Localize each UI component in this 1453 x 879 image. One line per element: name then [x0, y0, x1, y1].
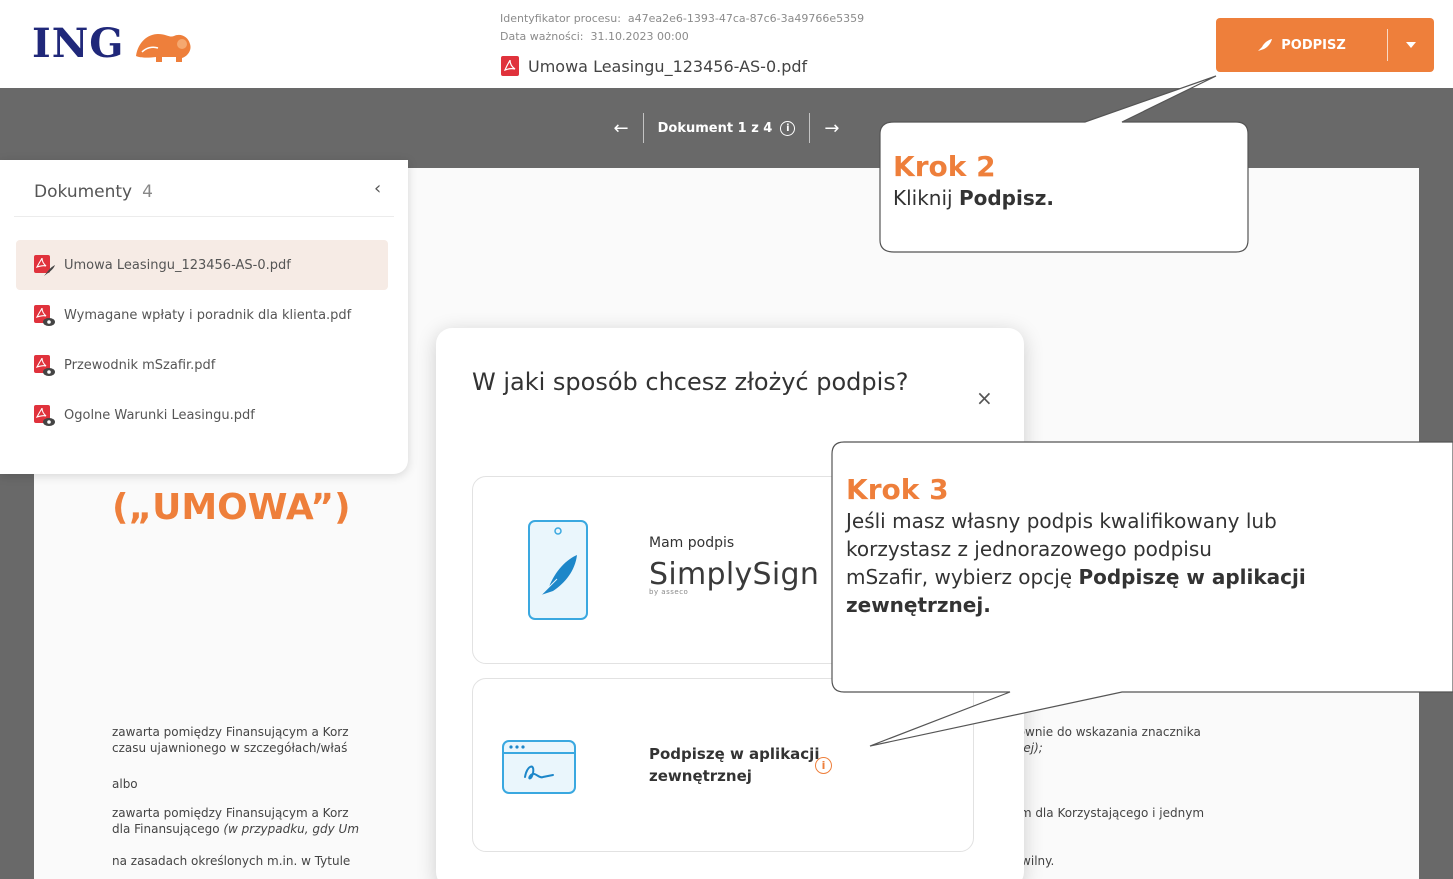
- ing-logo[interactable]: ING: [32, 20, 194, 67]
- pdf-view-icon: [34, 305, 55, 326]
- close-modal-button[interactable]: ×: [976, 386, 993, 410]
- sign-button-label: PODPISZ: [1281, 37, 1346, 53]
- step3-line-4: zewnętrznej.: [846, 593, 991, 617]
- option1-caption: Mam podpis: [649, 535, 735, 551]
- step2-title: Krok 2: [893, 150, 996, 183]
- lion-icon: [136, 33, 191, 62]
- option2-label: Podpiszę w aplikacji zewnętrznej: [649, 745, 820, 785]
- step3-line-3-text: mSzafir, wybierz opcję: [846, 565, 1073, 589]
- expiry-label: Data ważności:: [500, 30, 584, 43]
- paragraph-line: zawarta pomiędzy Finansującym a Korz: [112, 725, 349, 739]
- sidebar-item-label: Przewodnik mSzafir.pdf: [64, 357, 216, 373]
- document-paragraph: zawarta pomiędzy Finansującym a Korz dla…: [112, 805, 359, 837]
- document-paragraph: na zasadach określonych m.in. w Tytule: [112, 854, 351, 868]
- pdf-view-icon: [34, 405, 55, 426]
- simplysign-brand-text: SimplySign: [649, 557, 820, 592]
- prev-document-button[interactable]: ←: [600, 118, 643, 139]
- step3-line-3: mSzafir, wybierz opcję Podpiszę w aplika…: [846, 563, 1446, 591]
- file-title-text: Umowa Leasingu_123456-AS-0.pdf: [528, 56, 808, 76]
- sidebar-title: Dokumenty 4: [34, 182, 153, 202]
- step2-text: Kliknij Podpisz.: [893, 184, 1233, 212]
- browser-signature-icon: [502, 740, 576, 794]
- process-id: a47ea2e6-1393-47ca-87c6-3a49766e5359: [627, 12, 865, 25]
- document-paragraph: albo: [112, 777, 138, 791]
- step2-text-pre: Kliknij: [893, 186, 953, 210]
- simplysign-brand: SimplySign by asseco: [649, 557, 819, 596]
- document-counter: Dokument 1 z 4 i: [644, 120, 810, 136]
- sidebar-title-text: Dokumenty: [34, 182, 133, 202]
- paragraph-text: dla Finansującego: [112, 822, 220, 836]
- sign-dropdown-toggle[interactable]: [1388, 18, 1434, 72]
- sidebar-item-przewodnik[interactable]: Przewodnik mSzafir.pdf: [16, 340, 388, 390]
- paragraph-line: zawarta pomiędzy Finansującym a Korz: [112, 806, 349, 820]
- option-external-app[interactable]: Podpiszę w aplikacji zewnętrznej i: [472, 678, 974, 852]
- step3-line-1: Jeśli masz własny podpis kwalifikowany l…: [846, 509, 1277, 533]
- pdf-view-icon: [34, 355, 55, 376]
- sign-button-main[interactable]: PODPISZ: [1216, 18, 1387, 72]
- paragraph-italic: (w przypadku, gdy Um: [223, 822, 360, 836]
- modal-title: W jaki sposób chcesz złożyć podpis?: [472, 368, 909, 396]
- step2-text-bold: Podpisz.: [958, 186, 1054, 210]
- sidebar-divider: [14, 216, 394, 217]
- sidebar-item-label: Umowa Leasingu_123456-AS-0.pdf: [64, 257, 291, 273]
- step3-title: Krok 3: [846, 473, 949, 506]
- step3-line-2: korzystasz z jednorazowego podpisu: [846, 537, 1212, 561]
- collapse-sidebar-button[interactable]: ‹: [374, 178, 381, 199]
- next-document-button[interactable]: →: [810, 118, 853, 139]
- phone-feather-icon: [528, 520, 588, 620]
- feather-pen-icon: [1258, 39, 1273, 51]
- heading-line-2: („UMOWA”): [112, 487, 351, 528]
- sidebar-item-umowa-leasingu[interactable]: Umowa Leasingu_123456-AS-0.pdf: [16, 240, 388, 290]
- document-counter-text: Dokument 1 z 4: [657, 120, 773, 136]
- sidebar-item-label: Wymagane wpłaty i poradnik dla klienta.p…: [64, 307, 352, 323]
- sidebar-item-ogolne-warunki[interactable]: Ogolne Warunki Leasingu.pdf: [16, 390, 388, 440]
- sidebar-item-wymagane-wplaty[interactable]: Wymagane wpłaty i poradnik dla klienta.p…: [16, 290, 388, 340]
- step3-line-3-bold: Podpiszę w aplikacji: [1078, 565, 1306, 589]
- info-icon[interactable]: i: [815, 757, 832, 774]
- pdf-sign-icon: [34, 255, 55, 276]
- process-id-label: Identyfikator procesu:: [500, 12, 621, 25]
- info-icon[interactable]: i: [780, 120, 796, 136]
- current-file-title: Umowa Leasingu_123456-AS-0.pdf: [500, 55, 807, 77]
- sidebar-item-label: Ogolne Warunki Leasingu.pdf: [64, 407, 255, 423]
- sign-button[interactable]: PODPISZ: [1216, 18, 1434, 72]
- step3-callout: Krok 3 Jeśli masz własny podpis kwalifik…: [846, 473, 1446, 619]
- pdf-icon: [501, 56, 519, 76]
- process-meta: Identyfikator procesu: a47ea2e6-1393-47c…: [500, 10, 864, 46]
- documents-sidebar: Dokumenty 4 ‹ Umowa Leasingu_123456-AS-0.…: [0, 160, 408, 474]
- documents-count: 4: [142, 182, 153, 202]
- paragraph-line: dla Finansującego (w przypadku, gdy Um: [112, 821, 359, 837]
- expiry-date: 31.10.2023 00:00: [590, 30, 689, 43]
- caret-down-icon: [1406, 42, 1416, 48]
- logo-text: ING: [32, 20, 125, 67]
- app-header: ING Identyfikator procesu: a47ea2e6-1393…: [0, 0, 1453, 88]
- document-paragraph: zawarta pomiędzy Finansującym a Korz cza…: [112, 724, 349, 756]
- step2-callout: Krok 2 Kliknij Podpisz.: [893, 150, 1233, 212]
- document-navigation: ← Dokument 1 z 4 i →: [0, 88, 1453, 168]
- paragraph-line: czasu ujawnionego w szczegółach/właś: [112, 741, 348, 755]
